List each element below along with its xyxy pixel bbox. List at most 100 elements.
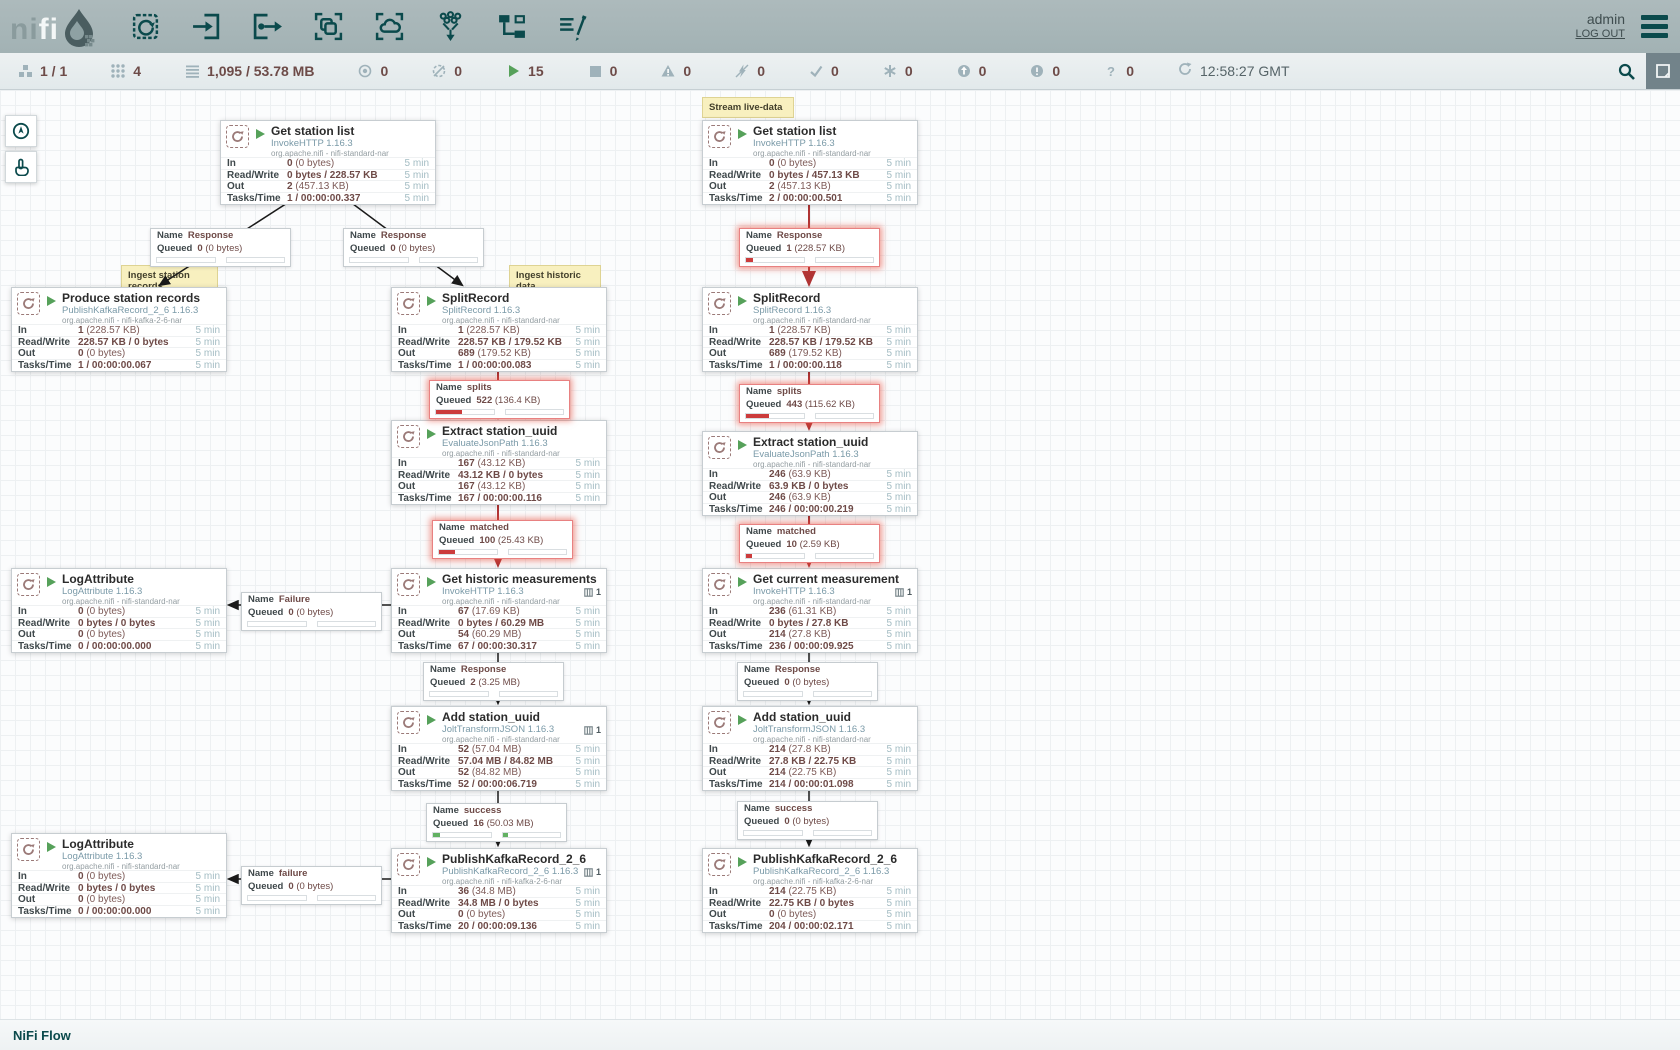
processor-bundle: org.apache.nifi - nifi-standard-nar (753, 735, 871, 744)
processor-name: Get current measurement (753, 573, 899, 586)
status-transmitting-count: 0 (358, 63, 388, 79)
connection-label[interactable]: NameResponse Queued0 (0 bytes) (343, 228, 484, 267)
status-running-count: 15 (506, 63, 544, 79)
processor-name: PublishKafkaRecord_2_6 (442, 853, 586, 866)
queue-percent-bars (424, 689, 563, 700)
refresh-icon[interactable] (1178, 62, 1200, 80)
processor-type: PublishKafkaRecord_2_6 1.16.3 (753, 866, 897, 877)
locally-modified-stale-icon (1030, 64, 1045, 79)
processor-name: Get station list (271, 125, 389, 138)
processor-node[interactable]: Get current measurement InvokeHTTP 1.16.… (702, 568, 918, 653)
processor-stat-row: Out689 (179.52 KB)5 min (703, 347, 917, 359)
processor-stat-row: Read/Write22.75 KB / 0 bytes5 min (703, 897, 917, 909)
processor-name: LogAttribute (62, 573, 180, 586)
processor-icon (708, 573, 731, 596)
processor-stat-row: Read/Write228.57 KB / 179.52 KB5 min (392, 336, 606, 348)
processor-node[interactable]: PublishKafkaRecord_2_6 PublishKafkaRecor… (391, 848, 607, 933)
running-status-icon (427, 715, 436, 725)
logout-link[interactable]: LOG OUT (1575, 27, 1625, 42)
canvas-label[interactable]: Stream live-data (702, 97, 794, 118)
status-disabled-count: 0 (735, 63, 765, 79)
connection-label[interactable]: Namesuccess Queued0 (0 bytes) (737, 801, 878, 840)
processor-icon (397, 425, 420, 448)
global-menu-button[interactable] (1641, 15, 1668, 38)
processor-stat-row: Tasks/Time20 / 00:00:09.1365 min (392, 920, 606, 932)
processor-stat-row: Out2 (457.13 KB)5 min (221, 180, 435, 192)
connection-label[interactable]: Namesplits Queued443 (115.62 KB) (739, 384, 880, 423)
birdseye-panel-toggle-button[interactable] (1646, 53, 1680, 89)
funnel-component-icon[interactable] (428, 7, 472, 47)
processor-stat-row: Read/Write0 bytes / 0 bytes5 min (12, 617, 226, 629)
input-port-component-icon[interactable] (184, 7, 228, 47)
connection-label[interactable]: Namesuccess Queued16 (50.03 MB) (426, 803, 567, 842)
remote-process-group-component-icon[interactable] (367, 7, 411, 47)
processor-icon (226, 125, 249, 148)
connection-label[interactable]: NameFailure Queued0 (0 bytes) (241, 592, 382, 631)
queue-percent-bars (433, 547, 572, 558)
processor-stat-row: Read/Write34.8 MB / 0 bytes5 min (392, 897, 606, 909)
processor-name: Produce station records (62, 292, 200, 305)
navigate-palette-toggle[interactable] (5, 115, 37, 147)
connection-label[interactable]: Namematched Queued10 (2.59 KB) (739, 524, 880, 563)
processor-stat-row: Read/Write0 bytes / 27.8 KB5 min (703, 617, 917, 629)
processor-stat-row: In52 (57.04 MB)5 min (392, 743, 606, 755)
processor-stat-row: Tasks/Time2 / 00:00:00.5015 min (703, 192, 917, 204)
sync-failure-icon: ? (1104, 64, 1119, 79)
processor-bundle: org.apache.nifi - nifi-standard-nar (442, 449, 560, 458)
processor-node[interactable]: Extract station_uuid EvaluateJsonPath 1.… (702, 431, 918, 516)
processor-stat-row: Out0 (0 bytes)5 min (12, 347, 226, 359)
operate-palette-toggle[interactable] (5, 151, 37, 183)
processor-node[interactable]: Get station list InvokeHTTP 1.16.3 org.a… (702, 120, 918, 205)
breadcrumb-nifi-flow[interactable]: NiFi Flow (13, 1028, 71, 1043)
connection-label[interactable]: NameResponse Queued0 (0 bytes) (737, 662, 878, 701)
processor-node[interactable]: LogAttribute LogAttribute 1.16.3 org.apa… (11, 568, 227, 653)
processor-icon (397, 853, 420, 876)
nifi-logo: nifi (10, 7, 97, 47)
processor-node[interactable]: SplitRecord SplitRecord 1.16.3 org.apach… (702, 287, 918, 372)
queued-icon (185, 64, 200, 79)
output-port-component-icon[interactable] (245, 7, 289, 47)
processor-stat-row: Tasks/Time167 / 00:00:00.1165 min (392, 492, 606, 504)
processor-node[interactable]: Add station_uuid JoltTransformJSON 1.16.… (391, 706, 607, 791)
connection-label[interactable]: NameResponse Queued1 (228.57 KB) (739, 228, 880, 267)
processor-component-icon[interactable] (123, 7, 167, 47)
processor-stat-row: In1 (228.57 KB)5 min (703, 324, 917, 336)
active-threads-badge: 1 (584, 725, 601, 735)
template-component-icon[interactable] (489, 7, 533, 47)
processor-stat-row: Read/Write228.57 KB / 0 bytes5 min (12, 336, 226, 348)
not-transmitting-icon (432, 64, 447, 79)
connection-label[interactable]: Namesplits Queued522 (136.4 KB) (429, 380, 570, 419)
running-status-icon (427, 857, 436, 867)
processor-stat-row: Out214 (27.8 KB)5 min (703, 628, 917, 640)
connection-label[interactable]: Namefailure Queued0 (0 bytes) (241, 866, 382, 905)
processor-node[interactable]: Add station_uuid JoltTransformJSON 1.16.… (702, 706, 918, 791)
processor-name: Get historic measurements (442, 573, 597, 586)
processor-type: SplitRecord 1.16.3 (753, 305, 871, 316)
logo-text-fi: fi (39, 13, 59, 47)
status-not-transmitting-count: 0 (432, 63, 462, 79)
breadcrumb-bar: NiFi Flow (0, 1019, 1680, 1050)
processor-node[interactable]: Get station list InvokeHTTP 1.16.3 org.a… (220, 120, 436, 205)
processor-node[interactable]: Extract station_uuid EvaluateJsonPath 1.… (391, 420, 607, 505)
processor-stat-row: In0 (0 bytes)5 min (703, 157, 917, 169)
process-group-component-icon[interactable] (306, 7, 350, 47)
processor-node[interactable]: LogAttribute LogAttribute 1.16.3 org.apa… (11, 833, 227, 918)
processor-node[interactable]: Produce station records PublishKafkaReco… (11, 287, 227, 372)
connection-label[interactable]: Namematched Queued100 (25.43 KB) (432, 520, 573, 559)
processor-stat-row: Tasks/Time0 / 00:00:00.0005 min (12, 640, 226, 652)
processor-icon (397, 711, 420, 734)
connection-label[interactable]: NameResponse Queued2 (3.25 MB) (423, 662, 564, 701)
processor-bundle: org.apache.nifi - nifi-standard-nar (271, 149, 389, 158)
processor-node[interactable]: PublishKafkaRecord_2_6 PublishKafkaRecor… (702, 848, 918, 933)
processor-icon (17, 838, 40, 861)
connection-label[interactable]: NameResponse Queued0 (0 bytes) (150, 228, 291, 267)
processor-node[interactable]: SplitRecord SplitRecord 1.16.3 org.apach… (391, 287, 607, 372)
processor-stat-row: Read/Write27.8 KB / 22.75 KB5 min (703, 755, 917, 767)
processor-stat-row: Read/Write43.12 KB / 0 bytes5 min (392, 469, 606, 481)
processor-node[interactable]: Get historic measurements InvokeHTTP 1.1… (391, 568, 607, 653)
label-component-icon[interactable] (550, 7, 594, 47)
processor-stat-row: In0 (0 bytes)5 min (221, 157, 435, 169)
search-button[interactable] (1606, 53, 1646, 89)
processor-stat-row: Tasks/Time67 / 00:00:30.3175 min (392, 640, 606, 652)
current-user-label: admin (1575, 12, 1625, 27)
